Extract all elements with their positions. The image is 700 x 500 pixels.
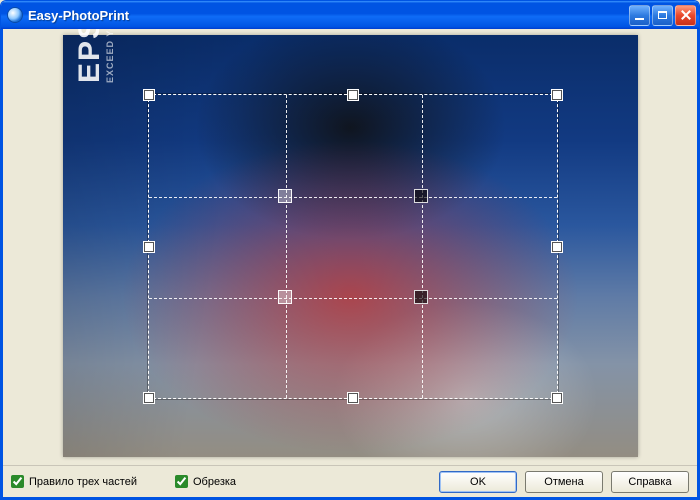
crop-handle-ne[interactable]: [552, 90, 562, 100]
cancel-button[interactable]: Отмена: [525, 471, 603, 493]
crop-label: Обрезка: [193, 476, 236, 488]
close-button[interactable]: [675, 5, 696, 26]
crop-handle-s[interactable]: [348, 393, 358, 403]
crop-handle-n[interactable]: [348, 90, 358, 100]
rule-of-thirds-checkbox[interactable]: [11, 475, 24, 488]
photo-brand-subtext: EXCEED YOUR VISI: [105, 29, 115, 83]
app-icon: [7, 7, 23, 23]
crop-handle-e[interactable]: [552, 242, 562, 252]
thirds-intersection-se: [414, 290, 428, 304]
titlebar[interactable]: Easy-PhotoPrint: [1, 1, 699, 29]
rule-of-thirds-checkbox-wrap[interactable]: Правило трех частей: [11, 475, 137, 488]
crop-checkbox[interactable]: [175, 475, 188, 488]
client-area: EPSO EXCEED YOUR VISI: [1, 29, 699, 499]
thirds-intersection-sw: [278, 290, 292, 304]
rule-of-thirds-label: Правило трех частей: [29, 476, 137, 488]
thirds-guide-vertical-1: [286, 95, 287, 398]
crop-handle-w[interactable]: [144, 242, 154, 252]
thirds-guide-horizontal-1: [149, 197, 557, 198]
app-window: Easy-PhotoPrint EPSO EXCEED YOUR VISI: [0, 0, 700, 500]
ok-button[interactable]: OK: [439, 471, 517, 493]
minimize-button[interactable]: [629, 5, 650, 26]
crop-checkbox-wrap[interactable]: Обрезка: [175, 475, 236, 488]
crop-handle-se[interactable]: [552, 393, 562, 403]
crop-rectangle[interactable]: [148, 94, 558, 399]
window-title: Easy-PhotoPrint: [28, 8, 629, 23]
crop-handle-sw[interactable]: [144, 393, 154, 403]
thirds-guide-horizontal-2: [149, 298, 557, 299]
footer-bar: Правило трех частей Обрезка OK Отмена Сп…: [3, 465, 697, 497]
window-controls: [629, 5, 696, 26]
image-canvas[interactable]: EPSO EXCEED YOUR VISI: [3, 29, 697, 465]
thirds-intersection-nw: [278, 189, 292, 203]
photo-brand-text: EPSO: [73, 29, 107, 83]
thirds-guide-vertical-2: [422, 95, 423, 398]
crop-handle-nw[interactable]: [144, 90, 154, 100]
thirds-intersection-ne: [414, 189, 428, 203]
help-button[interactable]: Справка: [611, 471, 689, 493]
maximize-button[interactable]: [652, 5, 673, 26]
